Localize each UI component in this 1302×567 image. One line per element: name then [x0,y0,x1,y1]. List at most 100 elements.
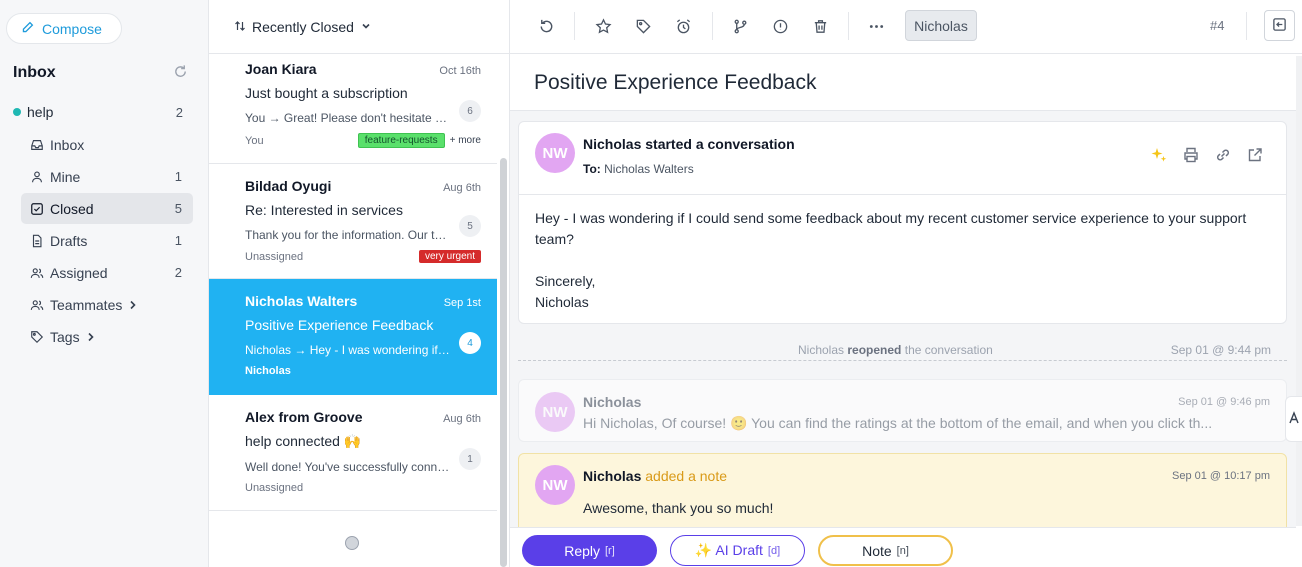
assignee-label: Unassigned [245,250,304,263]
print-icon[interactable] [1182,146,1200,167]
message-header: Nicholas started a conversation [583,136,795,152]
note-timestamp: Sep 01 @ 10:17 pm [1171,470,1270,482]
sidebar-item-label: Tags [50,328,80,345]
person-icon [30,170,44,184]
message-paragraph: Hey - I was wondering if I could send so… [535,210,1247,247]
snooze-alarm-icon[interactable] [672,15,694,37]
message-actions [1150,146,1264,167]
collapsed-message[interactable]: NW Nicholas Sep 01 @ 9:46 pm Hi Nicholas… [518,379,1287,442]
people-icon [30,298,44,312]
sidebar-item-label: Inbox [50,136,85,153]
link-icon[interactable] [1214,146,1232,167]
sort-arrows-icon [234,19,246,35]
toolbar-divider [848,12,849,40]
people-icon [30,266,44,280]
open-external-icon[interactable] [1246,146,1264,167]
mailbox-name: help [27,104,54,120]
note-button[interactable]: Note [n] [818,535,953,566]
sidebar-item-teammates[interactable]: Teammates [21,289,193,320]
sidebar-item-label: Teammates [50,296,123,313]
list-item-selected[interactable]: Nicholas Walters Sep 1st Positive Experi… [209,279,497,395]
conversation-toolbar: Nicholas #4 [510,0,1302,54]
ai-draft-button[interactable]: ✨ AI Draft [d] [670,535,805,566]
checkbox-icon [30,202,44,216]
trash-icon[interactable] [809,15,831,37]
conversation-list: Recently Closed Joan Kiara Oct 16th Just… [209,0,510,567]
close-pane-button[interactable] [1264,10,1295,41]
divider [519,194,1286,195]
sort-dropdown[interactable]: Recently Closed [209,0,509,54]
spam-alert-icon[interactable] [769,15,791,37]
conversation-subject: help connected 🙌 [245,433,362,449]
compose-button[interactable]: Compose [6,13,122,44]
sidebar-item-label: Assigned [50,264,108,281]
conversation-date: Sep 1st [443,297,481,309]
star-icon[interactable] [592,15,614,37]
note-header: Nicholas added a note [583,468,727,484]
sidebar-item-label: Drafts [50,232,88,249]
more-tags-link[interactable]: + more [450,135,481,146]
sidebar-item-drafts[interactable]: Drafts 1 [21,225,193,256]
assignee-button[interactable]: Nicholas [905,10,977,41]
tag-icon [30,330,44,344]
list-scrollbar[interactable] [500,158,507,567]
message-count-badge: 5 [459,215,481,237]
note-text: Awesome, thank you so much! [583,500,774,516]
sparkles-icon[interactable] [1150,146,1168,167]
conversation-date: Aug 6th [443,413,481,425]
pencil-icon [21,21,34,37]
sidebar-item-label: Mine [50,168,81,185]
tag-badge[interactable]: very urgent [418,250,481,263]
list-item[interactable]: Bildad Oyugi Aug 6th Re: Interested in s… [209,164,497,279]
refresh-icon[interactable] [173,64,188,82]
contact-name: Nicholas Walters [245,293,358,309]
avatar: NW [535,133,575,173]
sidebar-item-count: 1 [174,169,182,184]
list-item[interactable]: Alex from Groove Aug 6th help connected … [209,395,497,511]
conversation-subject: Just bought a subscription [245,85,408,101]
message-count-badge: 4 [459,332,481,354]
conversation-preview: Nicholas → Hey - I was wondering if I co… [245,343,450,357]
mailbox-color-dot [13,108,21,116]
message-body: Hey - I was wondering if I could send so… [535,208,1265,313]
reply-button[interactable]: Reply [r] [522,535,657,566]
message-author: Nicholas [583,394,642,410]
chevron-down-icon [360,19,372,35]
sidebar-item-mine[interactable]: Mine 1 [21,161,193,192]
conversation-preview: You → Great! Please don't hesitate to re… [245,111,450,125]
toolbar-divider [712,12,713,40]
conversation-event: Nicholas reopened the conversation Sep 0… [518,343,1287,361]
contact-name: Joan Kiara [245,61,317,77]
avatar: NW [535,465,575,505]
inbox-title: Inbox [13,64,56,81]
message-count-badge: 1 [459,448,481,470]
note-card: NW Nicholas added a note Sep 01 @ 10:17 … [518,453,1287,527]
toolbar-divider [1246,12,1247,40]
thread-scrollbar[interactable] [1296,56,1302,526]
tag-badge[interactable]: feature-requests [357,133,445,148]
recipient-name: Nicholas Walters [604,162,694,176]
conversation-number: #4 [1210,18,1225,33]
merge-branch-icon[interactable] [729,15,751,37]
message-snippet: Hi Nicholas, Of course! 🙂 You can find t… [583,415,1213,431]
chevron-right-icon [128,300,138,310]
sidebar-item-assigned[interactable]: Assigned 2 [21,257,193,288]
sidebar-item-inbox[interactable]: Inbox [21,129,193,160]
reopen-icon[interactable] [535,15,557,37]
sidebar-item-closed[interactable]: Closed 5 [21,193,193,224]
exit-icon [1272,17,1287,35]
side-panel-icon [1288,410,1300,428]
assignee-label: You [245,134,264,147]
sidebar-item-tags[interactable]: Tags [21,321,193,352]
loading-spinner [345,536,359,550]
list-item[interactable]: Joan Kiara Oct 16th Just bought a subscr… [209,54,497,164]
conversation-preview: Thank you for the information. Our team … [245,228,450,242]
inbox-header: Inbox [13,64,188,82]
message-thread: NW Nicholas started a conversation To: N… [510,110,1296,527]
mailbox-help[interactable]: help 2 [13,104,183,120]
document-icon [30,234,44,248]
more-options-icon[interactable] [865,15,887,37]
side-panel-toggle[interactable] [1285,396,1302,442]
tag-icon[interactable] [632,15,654,37]
inbox-tray-icon [30,138,44,152]
